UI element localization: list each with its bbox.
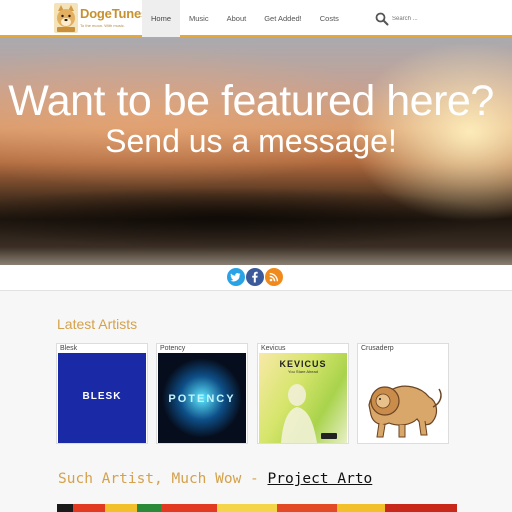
silhouette-image xyxy=(281,384,337,443)
artist-name: Crusaderp xyxy=(361,345,394,352)
featured-artist-prefix: Such Artist, Much Wow - xyxy=(58,471,268,487)
logo-name: DogeTunes xyxy=(80,6,149,21)
nav-about[interactable]: About xyxy=(218,0,256,37)
cover-text: POTENCY xyxy=(168,393,236,405)
twitter-icon xyxy=(230,273,241,282)
nav-get-added[interactable]: Get Added! xyxy=(255,0,311,37)
artist-card-crusaderp[interactable]: Crusaderp xyxy=(357,343,449,444)
nav-music[interactable]: Music xyxy=(180,0,218,37)
doge-logo-icon xyxy=(54,3,78,33)
featured-artist-banner[interactable] xyxy=(57,504,457,512)
artist-name: Blesk xyxy=(60,345,78,352)
hero-subheadline: Send us a message! xyxy=(105,123,397,159)
site-header: DogeTunes To the moon. With music. Home … xyxy=(0,0,512,37)
facebook-button[interactable] xyxy=(246,268,264,286)
hero-headline: Want to be featured here? xyxy=(8,77,494,125)
logo-tagline: To the moon. With music. xyxy=(80,23,125,28)
nav-costs[interactable]: Costs xyxy=(311,0,348,37)
artist-card-kevicus[interactable]: Kevicus KEVICUS You Stare Ahead xyxy=(257,343,349,444)
artist-cover[interactable]: BLESK xyxy=(58,353,146,443)
hero-background-blur xyxy=(0,187,512,247)
search-icon[interactable] xyxy=(375,12,389,26)
facebook-icon xyxy=(252,271,258,283)
site-logo[interactable]: DogeTunes To the moon. With music. xyxy=(54,3,148,35)
nav-home[interactable]: Home xyxy=(142,0,181,37)
artist-card-blesk[interactable]: Blesk BLESK xyxy=(56,343,148,444)
lion-illustration xyxy=(368,385,442,438)
artist-name: Potency xyxy=(160,345,186,352)
latest-artists-heading: Latest Artists xyxy=(57,316,138,332)
main-nav: Home Music About Get Added! Costs xyxy=(142,0,348,37)
artist-cover[interactable]: POTENCY xyxy=(158,353,246,443)
twitter-button[interactable] xyxy=(227,268,245,286)
search-input[interactable] xyxy=(392,12,502,26)
cover-text: BLESK xyxy=(82,391,122,402)
rss-button[interactable] xyxy=(265,268,283,286)
artist-cover[interactable] xyxy=(359,353,447,443)
rss-icon xyxy=(269,272,279,282)
artist-name: Kevicus xyxy=(261,345,286,352)
featured-artist-heading: Such Artist, Much Wow - Project Arto xyxy=(58,471,372,487)
featured-artist-link[interactable]: Project Arto xyxy=(268,471,373,487)
hero-banner[interactable]: Want to be featured here? Send us a mess… xyxy=(0,37,512,265)
artist-card-potency[interactable]: Potency POTENCY xyxy=(156,343,248,444)
artist-cover[interactable]: KEVICUS You Stare Ahead xyxy=(259,353,347,443)
social-bar xyxy=(0,265,512,291)
